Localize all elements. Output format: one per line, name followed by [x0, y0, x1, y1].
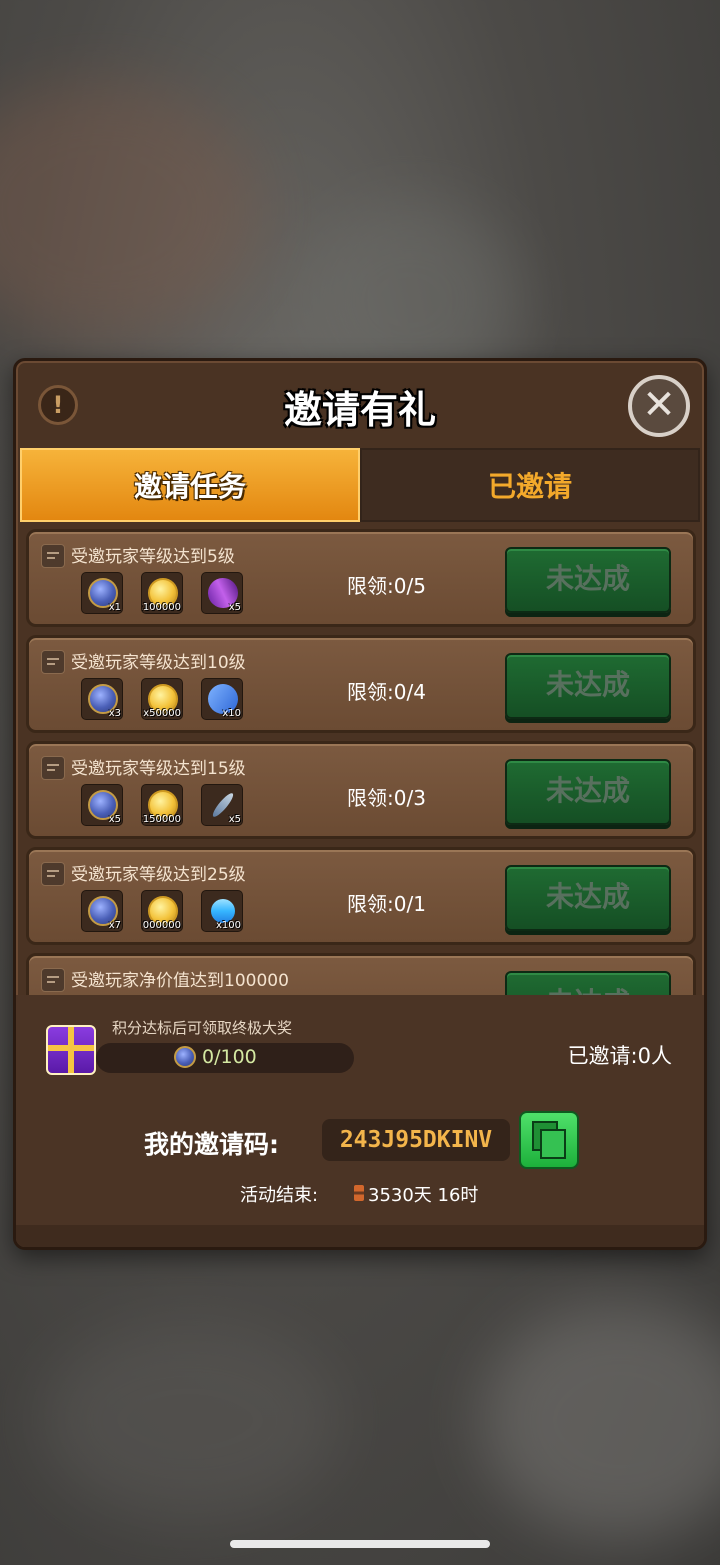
reward-item[interactable]: x5 — [201, 572, 243, 614]
tab-invited[interactable]: 已邀请 — [360, 448, 700, 522]
home-indicator[interactable] — [230, 1540, 490, 1548]
reward-item[interactable]: x100 — [201, 890, 243, 932]
task-status-button[interactable]: 未达成 — [505, 759, 671, 825]
task-status-button[interactable]: 未达成 — [505, 865, 671, 931]
background-blur — [480, 1300, 720, 1540]
reward-qty: x3 — [108, 708, 121, 719]
tab-bar: 邀请任务 已邀请 — [20, 448, 700, 522]
claim-limit: 限领:0/5 — [347, 574, 426, 598]
reward-qty: x50000 — [143, 708, 181, 719]
task-list-icon — [41, 544, 65, 568]
background-blur — [40, 1320, 340, 1520]
reward-item[interactable]: x1 — [81, 572, 123, 614]
event-end-label: 活动结束: — [240, 1185, 319, 1206]
close-icon[interactable]: ✕ — [628, 375, 690, 437]
invite-code-label: 我的邀请码: — [144, 1130, 279, 1159]
task-list-icon — [41, 650, 65, 674]
task-list[interactable]: 受邀玩家等级达到5级 x1 x100000 x5 限领:0/5 未达成 受邀玩家… — [26, 529, 698, 995]
reward-qty: x5 — [108, 814, 121, 825]
reward-qty: x10 — [222, 708, 241, 719]
task-list-icon — [41, 862, 65, 886]
reward-qty: x7 — [108, 920, 121, 931]
reward-item[interactable]: x5 — [81, 784, 123, 826]
task-status-button[interactable]: 未达成 — [505, 971, 671, 995]
reward-qty: x100000 — [141, 602, 181, 613]
dialog-header: ! 邀请有礼 ✕ — [16, 361, 704, 449]
reward-item[interactable]: x5 — [201, 784, 243, 826]
task-status-button[interactable]: 未达成 — [505, 653, 671, 719]
claim-limit: 限领:0/3 — [347, 786, 426, 810]
invited-count: 已邀请:0人 — [567, 1044, 672, 1068]
task-title: 受邀玩家等级达到25级 — [71, 865, 246, 885]
reward-item[interactable]: x7 — [81, 890, 123, 932]
reward-qty: x100 — [215, 920, 241, 931]
footer-strip — [16, 1225, 704, 1247]
task-title: 受邀玩家净价值达到100000 — [71, 971, 289, 991]
copy-icon — [540, 1129, 566, 1159]
reward-item[interactable]: x150000 — [141, 784, 183, 826]
claim-limit: 限领:0/4 — [347, 680, 426, 704]
task-title: 受邀玩家等级达到15级 — [71, 759, 246, 779]
task-status-button[interactable]: 未达成 — [505, 547, 671, 613]
task-title: 受邀玩家等级达到10级 — [71, 653, 246, 673]
task-list-icon — [41, 968, 65, 992]
task-row: 受邀玩家等级达到5级 x1 x100000 x5 限领:0/5 未达成 — [26, 529, 696, 627]
reward-item[interactable]: x10 — [201, 678, 243, 720]
invite-code: 243J95DKINV — [322, 1119, 510, 1161]
reward-qty: x1 — [108, 602, 121, 613]
background-blur — [0, 80, 260, 340]
dialog-title: 邀请有礼 — [283, 388, 436, 432]
gift-box-icon[interactable] — [46, 1025, 96, 1075]
reward-qty: x5 — [228, 602, 241, 613]
reward-qty: x150000 — [141, 814, 181, 825]
task-row: 受邀玩家等级达到10级 x3 x50000 x10 限领:0/4 未达成 — [26, 635, 696, 733]
task-row: 受邀玩家等级达到15级 x5 x150000 x5 限领:0/3 未达成 — [26, 741, 696, 839]
reward-qty: x5 — [228, 814, 241, 825]
invite-footer: 积分达标后可领取终极大奖 0/100 已邀请:0人 我的邀请码: 243J95D… — [16, 995, 704, 1247]
progress-hint: 积分达标后可领取终极大奖 — [112, 1019, 293, 1037]
invite-reward-dialog: ! 邀请有礼 ✕ 邀请任务 已邀请 受邀玩家等级达到5级 x1 x100000 … — [13, 358, 707, 1250]
reward-qty: x1000000 — [142, 920, 181, 931]
claim-limit: 限领:0/1 — [347, 892, 426, 916]
reward-item[interactable]: x1000000 — [141, 890, 183, 932]
tab-invite-tasks[interactable]: 邀请任务 — [20, 448, 360, 522]
event-end-time: 3530天 16时 — [368, 1185, 479, 1206]
task-row: 受邀玩家净价值达到100000 未达成 — [26, 953, 696, 995]
task-title: 受邀玩家等级达到5级 — [71, 547, 235, 567]
task-row: 受邀玩家等级达到25级 x7 x1000000 x100 限领:0/1 未达成 — [26, 847, 696, 945]
reward-item[interactable]: x3 — [81, 678, 123, 720]
hourglass-icon — [354, 1185, 364, 1201]
task-list-icon — [41, 756, 65, 780]
progress-text: 0/100 — [202, 1046, 257, 1068]
reward-item[interactable]: x100000 — [141, 572, 183, 614]
reward-item[interactable]: x50000 — [141, 678, 183, 720]
copy-code-button[interactable] — [519, 1111, 579, 1169]
invite-coin-icon — [174, 1046, 196, 1068]
